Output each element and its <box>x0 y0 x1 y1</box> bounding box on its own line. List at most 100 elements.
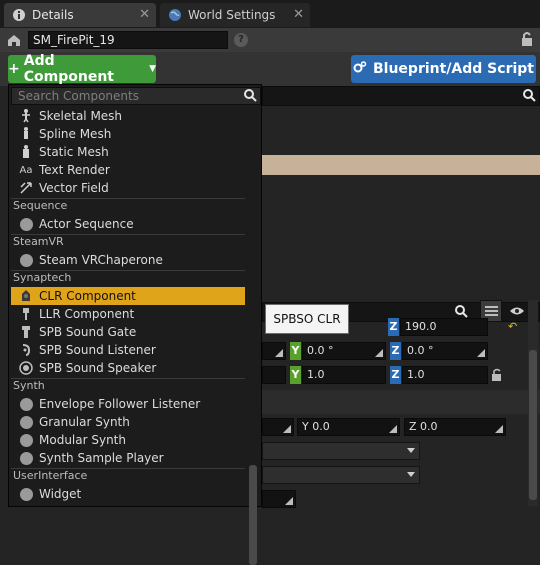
scale-y-axis: Y <box>290 366 301 384</box>
menu-scrollbar[interactable] <box>249 465 257 565</box>
rotation-z-axis: Z <box>390 342 401 360</box>
blueprint-add-script-button[interactable]: Blueprint/Add Script <box>351 55 536 83</box>
menu-item-label: Granular Synth <box>39 415 130 429</box>
details-scrollbar-thumb[interactable] <box>529 350 537 500</box>
component-icon <box>19 433 33 447</box>
vector-y-value: Y 0.0 <box>302 420 330 433</box>
search-icon <box>244 89 257 106</box>
drag-handle-icon <box>375 346 383 362</box>
menu-item-label: Widget <box>39 487 82 501</box>
menu-item[interactable]: SPB Sound Listener <box>11 341 245 359</box>
rotation-x-field[interactable] <box>262 342 286 360</box>
vector-x-field[interactable] <box>262 418 294 436</box>
globe-icon <box>168 8 182 22</box>
tab-world-settings[interactable]: World Settings ✕ <box>160 3 310 27</box>
actor-icon <box>6 32 22 51</box>
scale-z-field[interactable]: 1.0 <box>402 366 488 384</box>
drag-handle-icon <box>275 346 283 362</box>
menu-category: UserInterface <box>11 468 245 484</box>
close-icon[interactable]: ✕ <box>139 7 150 22</box>
vector-y-field[interactable]: Y 0.0 <box>297 418 400 436</box>
clr-icon <box>19 289 33 303</box>
sound-speaker-icon <box>19 361 33 375</box>
vector-z-value: Z 0.0 <box>409 420 438 433</box>
tab-details-label: Details <box>32 8 74 22</box>
rotation-z-field[interactable]: 0.0 ° <box>402 342 488 360</box>
component-icon <box>19 253 33 267</box>
vector-field-icon <box>19 181 33 195</box>
menu-item-label: Vector Field <box>39 181 109 195</box>
menu-item-label: Envelope Follower Listener <box>39 397 201 411</box>
help-icon[interactable]: ? <box>234 33 248 47</box>
menu-item-label: SPB Sound Listener <box>39 343 156 357</box>
menu-item[interactable]: Envelope Follower Listener <box>11 395 245 413</box>
scale-z-axis: Z <box>390 366 401 384</box>
menu-item[interactable]: Static Mesh <box>11 143 245 161</box>
scale-y-field[interactable]: 1.0 <box>302 366 386 384</box>
component-icon <box>19 217 33 231</box>
property-dropdown[interactable] <box>262 442 420 460</box>
text-render-icon: Aa <box>19 164 33 176</box>
rotation-y-field[interactable]: 0.0 ° <box>302 342 386 360</box>
add-component-label: Add Component <box>23 53 114 85</box>
menu-item[interactable]: Steam VRChaperone <box>11 251 245 269</box>
menu-item-label: Modular Synth <box>39 433 126 447</box>
menu-item[interactable]: Granular Synth <box>11 413 245 431</box>
menu-item[interactable]: Modular Synth <box>11 431 245 449</box>
details-icon <box>12 8 26 22</box>
scale-x-field[interactable] <box>262 366 286 384</box>
menu-search-input[interactable]: Search Components <box>11 87 261 105</box>
drag-handle-icon <box>283 422 291 438</box>
component-icon <box>19 451 33 465</box>
tab-bar: Details ✕ World Settings ✕ <box>0 0 540 28</box>
menu-item[interactable]: Widget <box>11 485 245 503</box>
tab-world-settings-label: World Settings <box>188 8 276 22</box>
selected-component-row[interactable] <box>262 155 540 175</box>
menu-item[interactable]: LLR Component <box>11 305 245 323</box>
location-z-field[interactable]: 190.0 <box>400 318 488 336</box>
component-icon <box>19 397 33 411</box>
chevron-down-icon <box>407 448 415 453</box>
menu-item[interactable]: Actor Sequence <box>11 215 245 233</box>
menu-item[interactable]: Synth Sample Player <box>11 449 245 467</box>
details-scrollbar[interactable] <box>528 300 538 506</box>
menu-item-label: Text Render <box>39 163 110 177</box>
menu-item-label: LLR Component <box>39 307 135 321</box>
spline-mesh-icon <box>19 127 33 141</box>
tab-details[interactable]: Details ✕ <box>4 3 156 27</box>
lock-icon[interactable] <box>520 31 534 50</box>
menu-item[interactable]: CLR Component <box>11 287 245 305</box>
rotation-y-axis: Y <box>290 342 301 360</box>
menu-item[interactable]: SPB Sound Gate <box>11 323 245 341</box>
menu-category: Synth <box>11 378 245 394</box>
menu-item-label: SPB Sound Gate <box>39 325 137 339</box>
chevron-down-icon <box>407 472 415 477</box>
close-icon[interactable]: ✕ <box>293 7 304 22</box>
rotation-z-value: 0.0 ° <box>407 344 434 357</box>
search-icon <box>523 89 536 105</box>
unlock-icon[interactable] <box>491 368 503 385</box>
property-dropdown[interactable] <box>262 466 420 484</box>
actor-name-bar: SM_FirePit_19 ? <box>0 28 540 52</box>
reset-arrow-icon[interactable]: ↶ <box>508 320 517 333</box>
chevron-down-icon: ▼ <box>149 64 156 74</box>
menu-item-label: Actor Sequence <box>39 217 134 231</box>
menu-item[interactable]: Spline Mesh <box>11 125 245 143</box>
menu-item[interactable]: Skeletal Mesh <box>11 107 245 125</box>
add-component-button[interactable]: + Add Component ▼ <box>8 53 156 85</box>
menu-item-label: Spline Mesh <box>39 127 112 141</box>
menu-item[interactable]: Aa Text Render <box>11 161 245 179</box>
menu-item[interactable]: Vector Field <box>11 179 245 197</box>
actor-name-input[interactable]: SM_FirePit_19 <box>28 31 228 49</box>
menu-item[interactable]: SPB Sound Speaker <box>11 359 245 377</box>
component-icon <box>19 487 33 501</box>
menu-search-placeholder: Search Components <box>18 89 139 103</box>
components-search-input[interactable] <box>262 86 540 106</box>
section-header <box>262 390 540 414</box>
menu-category: SteamVR <box>11 234 245 250</box>
menu-item-label: SPB Sound Speaker <box>39 361 157 375</box>
sound-gate-icon <box>19 325 33 339</box>
vector-z-field[interactable]: Z 0.0 <box>404 418 506 436</box>
property-field[interactable] <box>262 490 296 508</box>
tooltip: SPBSO CLR <box>265 304 349 334</box>
